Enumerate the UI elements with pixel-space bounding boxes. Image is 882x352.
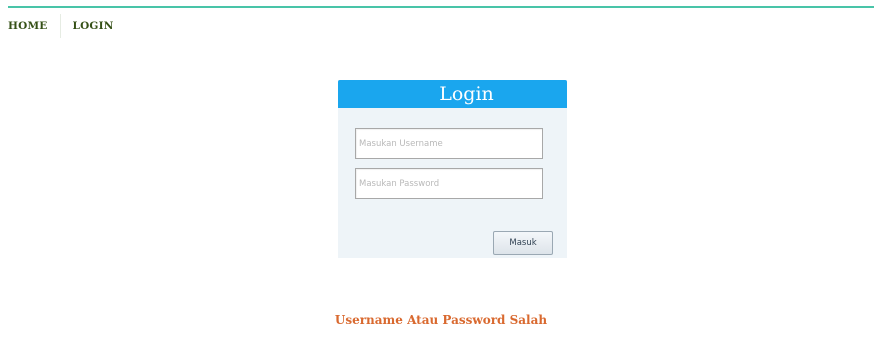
- nav-login-link[interactable]: LOGIN: [61, 20, 126, 32]
- username-input[interactable]: [355, 128, 543, 159]
- login-form: Login Masuk: [338, 80, 567, 258]
- password-input[interactable]: [355, 168, 543, 199]
- main-nav: HOME LOGIN: [0, 14, 126, 38]
- login-title: Login: [439, 83, 494, 105]
- nav-home-link[interactable]: HOME: [0, 20, 60, 32]
- top-accent-border: [8, 6, 874, 8]
- login-header: Login: [338, 80, 567, 108]
- error-message: Username Atau Password Salah: [334, 313, 548, 327]
- submit-button[interactable]: Masuk: [493, 231, 553, 255]
